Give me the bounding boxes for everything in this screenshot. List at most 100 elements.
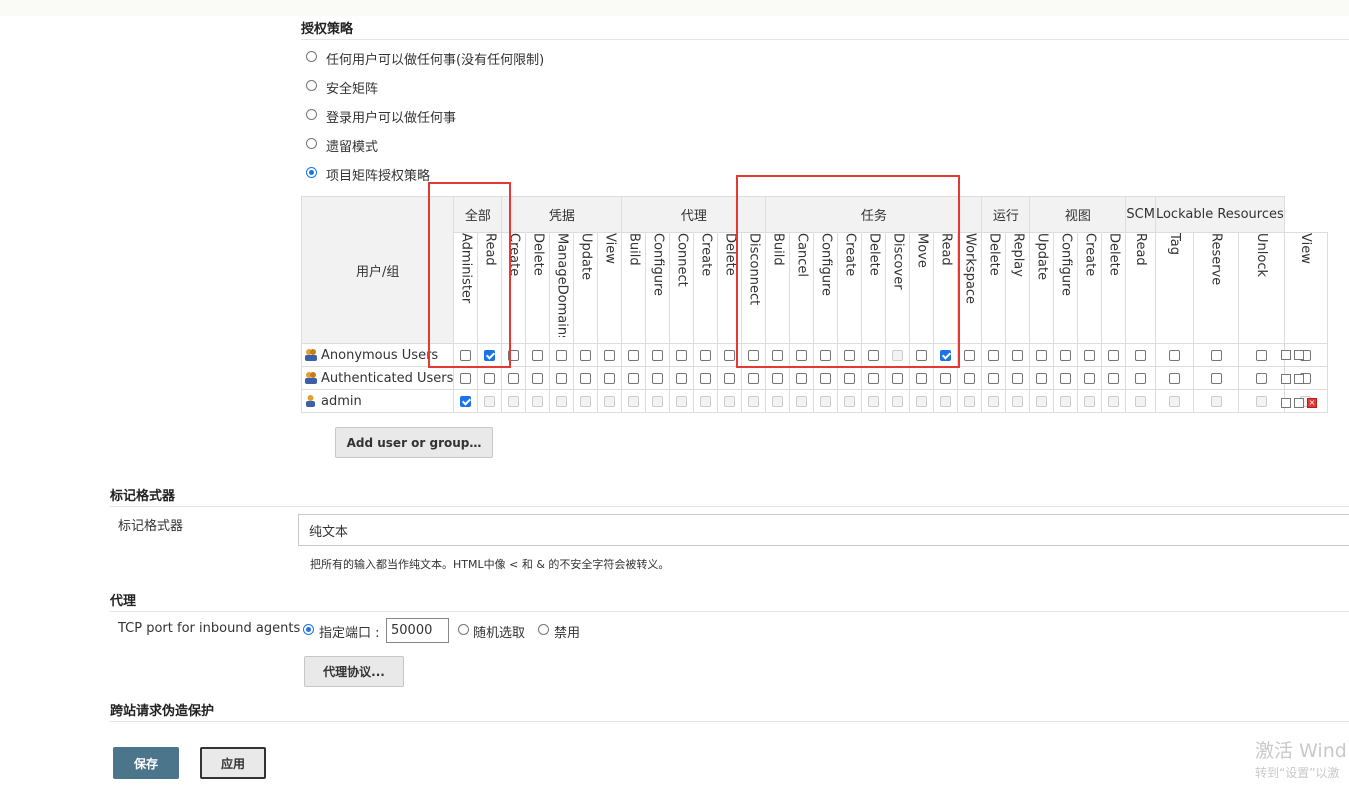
- save-button[interactable]: 保存: [113, 747, 179, 779]
- permission-checkbox[interactable]: [748, 372, 760, 384]
- permission-checkbox[interactable]: [724, 349, 736, 361]
- permission-checkbox[interactable]: [532, 349, 544, 361]
- permission-checkbox[interactable]: [1036, 372, 1048, 384]
- permission-cell: [741, 389, 767, 413]
- permission-checkbox[interactable]: [460, 372, 472, 384]
- permission-checkbox[interactable]: [652, 349, 664, 361]
- auth-option-label: 遗留模式: [326, 140, 379, 155]
- port-fixed-radio[interactable]: [303, 624, 314, 635]
- permission-checkbox[interactable]: [628, 372, 640, 384]
- permission-checkbox[interactable]: [508, 349, 520, 361]
- auth-option-radio[interactable]: [306, 109, 317, 120]
- permission-checkbox[interactable]: [1256, 372, 1268, 384]
- permission-checkbox[interactable]: [796, 372, 808, 384]
- permission-checkbox[interactable]: [484, 372, 496, 384]
- permission-checkbox[interactable]: [460, 349, 472, 361]
- permission-checkbox[interactable]: [1108, 372, 1120, 384]
- auth-option-radio[interactable]: [306, 51, 317, 62]
- permission-checkbox[interactable]: [556, 372, 568, 384]
- permission-checkbox[interactable]: [940, 349, 952, 361]
- permission-checkbox[interactable]: [1060, 349, 1072, 361]
- permission-checkbox[interactable]: [580, 372, 592, 384]
- permission-checkbox[interactable]: [460, 395, 472, 407]
- permission-checkbox[interactable]: [988, 349, 1000, 361]
- permission-checkbox[interactable]: [1256, 349, 1268, 361]
- permission-checkbox[interactable]: [844, 349, 856, 361]
- permission-checkbox[interactable]: [484, 349, 496, 361]
- auth-title: 授权策略: [301, 22, 354, 37]
- permission-checkbox[interactable]: [988, 372, 1000, 384]
- permission-checkbox[interactable]: [604, 372, 616, 384]
- permission-checkbox[interactable]: [772, 372, 784, 384]
- permission-header: Unlock: [1254, 233, 1270, 277]
- matrix-row: Anonymous Users: [300, 343, 1328, 367]
- permission-checkbox[interactable]: [1084, 349, 1096, 361]
- apply-button[interactable]: 应用: [200, 747, 266, 779]
- permission-checkbox[interactable]: [556, 349, 568, 361]
- permission-header-cell: Configure: [1053, 232, 1079, 344]
- select-all-icon[interactable]: [1281, 374, 1291, 384]
- agent-protocols-button[interactable]: 代理协议...: [304, 656, 404, 687]
- permission-group-header: 运行: [981, 196, 1031, 233]
- permission-checkbox[interactable]: [820, 349, 832, 361]
- permission-checkbox[interactable]: [676, 349, 688, 361]
- permission-checkbox[interactable]: [964, 349, 976, 361]
- permission-checkbox[interactable]: [1036, 349, 1048, 361]
- permission-checkbox[interactable]: [748, 349, 760, 361]
- permission-checkbox[interactable]: [1084, 372, 1096, 384]
- permission-checkbox[interactable]: [700, 372, 712, 384]
- permission-checkbox[interactable]: [1135, 349, 1147, 361]
- permission-checkbox[interactable]: [508, 372, 520, 384]
- permission-checkbox[interactable]: [916, 349, 928, 361]
- permission-checkbox[interactable]: [1012, 349, 1024, 361]
- permission-checkbox[interactable]: [700, 349, 712, 361]
- permission-header: Delete: [866, 233, 882, 276]
- permission-checkbox[interactable]: [772, 349, 784, 361]
- permission-checkbox[interactable]: [1168, 349, 1180, 361]
- divider: [110, 611, 1349, 612]
- permission-checkbox[interactable]: [916, 372, 928, 384]
- permission-header-cell: Discover: [885, 232, 911, 344]
- permission-cell: [1029, 366, 1055, 390]
- add-user-group-button[interactable]: Add user or group…: [335, 427, 493, 458]
- permission-checkbox[interactable]: [532, 372, 544, 384]
- permission-checkbox[interactable]: [940, 372, 952, 384]
- permission-cell: [573, 343, 599, 367]
- permission-checkbox: [916, 395, 928, 407]
- permission-checkbox[interactable]: [1135, 372, 1147, 384]
- select-all-icon[interactable]: [1281, 350, 1291, 360]
- permission-checkbox[interactable]: [1210, 349, 1222, 361]
- permission-checkbox[interactable]: [652, 372, 664, 384]
- permission-checkbox[interactable]: [820, 372, 832, 384]
- port-disable-radio[interactable]: [538, 624, 549, 635]
- permission-checkbox[interactable]: [676, 372, 688, 384]
- auth-option-radio[interactable]: [306, 167, 317, 178]
- permission-checkbox[interactable]: [1108, 349, 1120, 361]
- permission-checkbox[interactable]: [628, 349, 640, 361]
- copy-icon[interactable]: [1294, 350, 1304, 360]
- permission-cell: [813, 389, 839, 413]
- permission-checkbox[interactable]: [868, 349, 880, 361]
- select-all-icon[interactable]: [1281, 398, 1291, 408]
- delete-icon[interactable]: ×: [1307, 398, 1317, 408]
- permission-checkbox[interactable]: [604, 349, 616, 361]
- permission-checkbox[interactable]: [580, 349, 592, 361]
- permission-header: Read: [938, 233, 954, 266]
- port-random-radio[interactable]: [458, 624, 469, 635]
- permission-checkbox[interactable]: [724, 372, 736, 384]
- auth-option-radio[interactable]: [306, 138, 317, 149]
- copy-icon[interactable]: [1294, 398, 1304, 408]
- permission-checkbox[interactable]: [844, 372, 856, 384]
- permission-checkbox[interactable]: [1012, 372, 1024, 384]
- permission-checkbox[interactable]: [892, 372, 904, 384]
- permission-checkbox[interactable]: [1168, 372, 1180, 384]
- permission-checkbox[interactable]: [964, 372, 976, 384]
- permission-checkbox[interactable]: [796, 349, 808, 361]
- permission-checkbox[interactable]: [1060, 372, 1072, 384]
- permission-checkbox[interactable]: [1210, 372, 1222, 384]
- auth-option-radio[interactable]: [306, 80, 317, 91]
- markup-formatter-select[interactable]: 纯文本: [298, 514, 1349, 546]
- port-input[interactable]: 50000: [386, 618, 449, 643]
- copy-icon[interactable]: [1294, 374, 1304, 384]
- permission-checkbox[interactable]: [868, 372, 880, 384]
